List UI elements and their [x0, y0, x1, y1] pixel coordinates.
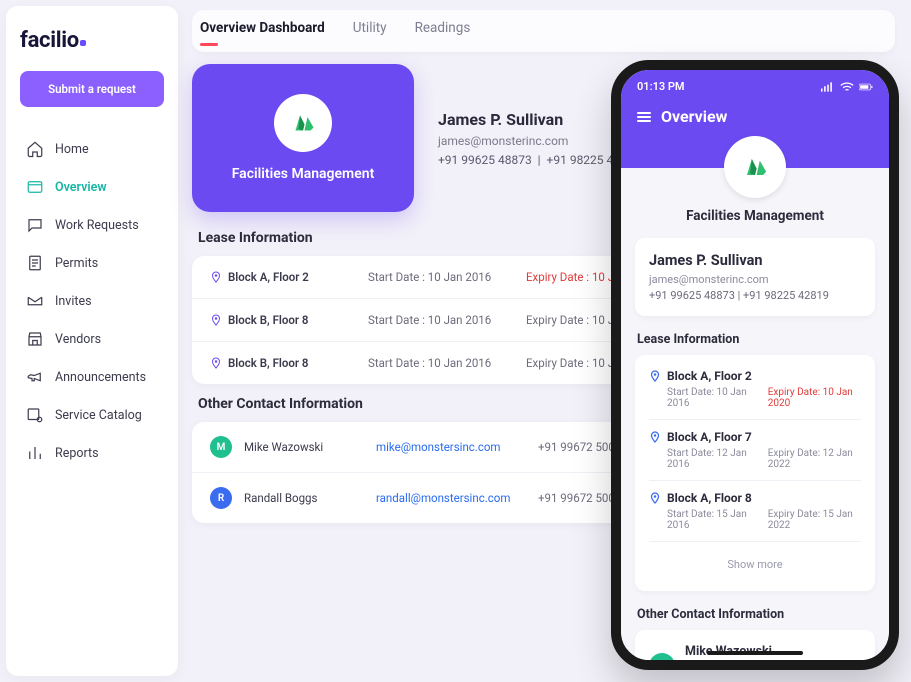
mobile-lease-start: Start Date: 10 Jan 2016 [667, 387, 756, 409]
contact-name: Mike Wazowski [244, 440, 364, 454]
tabs-bar: Overview Dashboard Utility Readings [192, 10, 895, 52]
pin-icon [649, 491, 661, 505]
tab-readings[interactable]: Readings [415, 20, 471, 40]
mobile-lease-location: Block A, Floor 7 [667, 430, 752, 444]
mobile-lease-item[interactable]: Block A, Floor 7 Start Date: 12 Jan 2016… [649, 430, 861, 481]
profile-info: James P. Sullivan james@monsterinc.com +… [438, 110, 640, 167]
contact-email[interactable]: randall@monstersinc.com [376, 491, 526, 505]
mobile-lease-location: Block A, Floor 8 [667, 491, 752, 505]
pin-icon [210, 313, 222, 327]
mobile-lease-item[interactable]: Block A, Floor 8 Start Date: 15 Jan 2016… [649, 491, 861, 542]
sidebar-item-announcements[interactable]: Announcements [20, 359, 164, 395]
lease-start: Start Date : 10 Jan 2016 [368, 270, 518, 284]
sidebar-item-invites[interactable]: Invites [20, 283, 164, 319]
pin-icon [649, 369, 661, 383]
bar-chart-icon [26, 444, 44, 462]
sidebar-item-label: Invites [55, 294, 92, 309]
sidebar-item-label: Home [55, 142, 89, 157]
mobile-page-title: Overview [661, 107, 727, 126]
document-icon [26, 254, 44, 272]
avatar: M [210, 436, 232, 458]
brand-logo: facilio [20, 28, 164, 53]
mobile-profile-name: James P. Sullivan [649, 252, 861, 269]
signal-icon [821, 82, 835, 92]
mobile-device-preview: 01:13 PM Overview Facilities Management [611, 60, 899, 670]
envelope-icon [26, 292, 44, 310]
sidebar-nav: Home Overview Work Requests Permits Invi… [20, 131, 164, 471]
mobile-lease-expiry: Expiry Date: 15 Jan 2022 [768, 509, 861, 531]
store-icon [26, 330, 44, 348]
mobile-lease-expiry: Expiry Date: 12 Jan 2022 [768, 448, 861, 470]
overview-icon [26, 178, 44, 196]
mobile-facility-logo-icon [724, 136, 786, 198]
wifi-icon [840, 82, 854, 92]
mobile-menu-icon[interactable] [637, 112, 651, 122]
sidebar-item-label: Reports [55, 446, 99, 461]
sidebar-item-reports[interactable]: Reports [20, 435, 164, 471]
contact-email[interactable]: mike@monstersinc.com [376, 440, 526, 454]
sidebar-item-label: Permits [55, 256, 98, 271]
mobile-status-time: 01:13 PM [637, 80, 685, 93]
tab-overview-dashboard[interactable]: Overview Dashboard [200, 20, 325, 40]
mobile-header: 01:13 PM Overview [621, 70, 889, 168]
pin-icon [649, 430, 661, 444]
pin-icon [210, 270, 222, 284]
sidebar-item-permits[interactable]: Permits [20, 245, 164, 281]
mobile-lease-start: Start Date: 12 Jan 2016 [667, 448, 756, 470]
sidebar-item-work-requests[interactable]: Work Requests [20, 207, 164, 243]
mobile-lease-card: Block A, Floor 2 Start Date: 10 Jan 2016… [635, 355, 875, 591]
tab-utility[interactable]: Utility [353, 20, 387, 40]
sidebar-item-service-catalog[interactable]: Service Catalog [20, 397, 164, 433]
sidebar-item-home[interactable]: Home [20, 131, 164, 167]
mobile-show-more-button[interactable]: Show more [649, 552, 861, 577]
facility-title: Facilities Management [232, 166, 375, 182]
mobile-profile-card: James P. Sullivan james@monsterinc.com +… [635, 238, 875, 316]
avatar: M [649, 653, 675, 661]
megaphone-icon [26, 368, 44, 386]
lease-location: Block B, Floor 8 [228, 356, 308, 370]
mobile-lease-title: Lease Information [637, 332, 875, 347]
mobile-lease-item[interactable]: Block A, Floor 2 Start Date: 10 Jan 2016… [649, 369, 861, 420]
sidebar-item-label: Vendors [55, 332, 101, 347]
contact-name: Randall Boggs [244, 491, 364, 505]
sidebar: facilio Submit a request Home Overview W… [6, 6, 178, 676]
brand-dot-icon [80, 40, 86, 46]
mobile-lease-expiry: Expiry Date: 10 Jan 2020 [768, 387, 861, 409]
sidebar-item-label: Work Requests [55, 218, 139, 233]
mobile-status-bar: 01:13 PM [637, 80, 873, 93]
profile-email: james@monsterinc.com [438, 134, 640, 148]
mobile-profile-phones: +91 99625 48873 | +91 98225 42819 [649, 289, 861, 302]
mobile-profile-email: james@monsterinc.com [649, 273, 861, 286]
facility-logo-icon [274, 94, 332, 152]
profile-name: James P. Sullivan [438, 110, 640, 129]
home-icon [26, 140, 44, 158]
catalog-icon [26, 406, 44, 424]
battery-icon [859, 82, 873, 92]
facility-card: Facilities Management [192, 64, 414, 212]
profile-phones: +91 99625 48873 | +91 98225 42819 [438, 153, 640, 167]
chat-icon [26, 216, 44, 234]
sidebar-item-overview[interactable]: Overview [20, 169, 164, 205]
sidebar-item-label: Service Catalog [55, 408, 142, 423]
mobile-contact-card[interactable]: M Mike Wazowski mike@monstersinc.com +91… [635, 630, 875, 660]
sidebar-item-label: Overview [55, 180, 107, 195]
sidebar-item-vendors[interactable]: Vendors [20, 321, 164, 357]
mobile-contacts-title: Other Contact Information [637, 607, 875, 622]
mobile-home-indicator[interactable] [707, 651, 803, 655]
lease-location: Block B, Floor 8 [228, 313, 308, 327]
mobile-lease-location: Block A, Floor 2 [667, 369, 752, 383]
lease-location: Block A, Floor 2 [228, 270, 309, 284]
avatar: R [210, 487, 232, 509]
lease-start: Start Date : 10 Jan 2016 [368, 313, 518, 327]
mobile-lease-start: Start Date: 15 Jan 2016 [667, 509, 756, 531]
mobile-facility-title: Facilities Management [635, 208, 875, 224]
pin-icon [210, 356, 222, 370]
lease-start: Start Date : 10 Jan 2016 [368, 356, 518, 370]
submit-request-button[interactable]: Submit a request [20, 71, 164, 107]
sidebar-item-label: Announcements [55, 370, 146, 385]
